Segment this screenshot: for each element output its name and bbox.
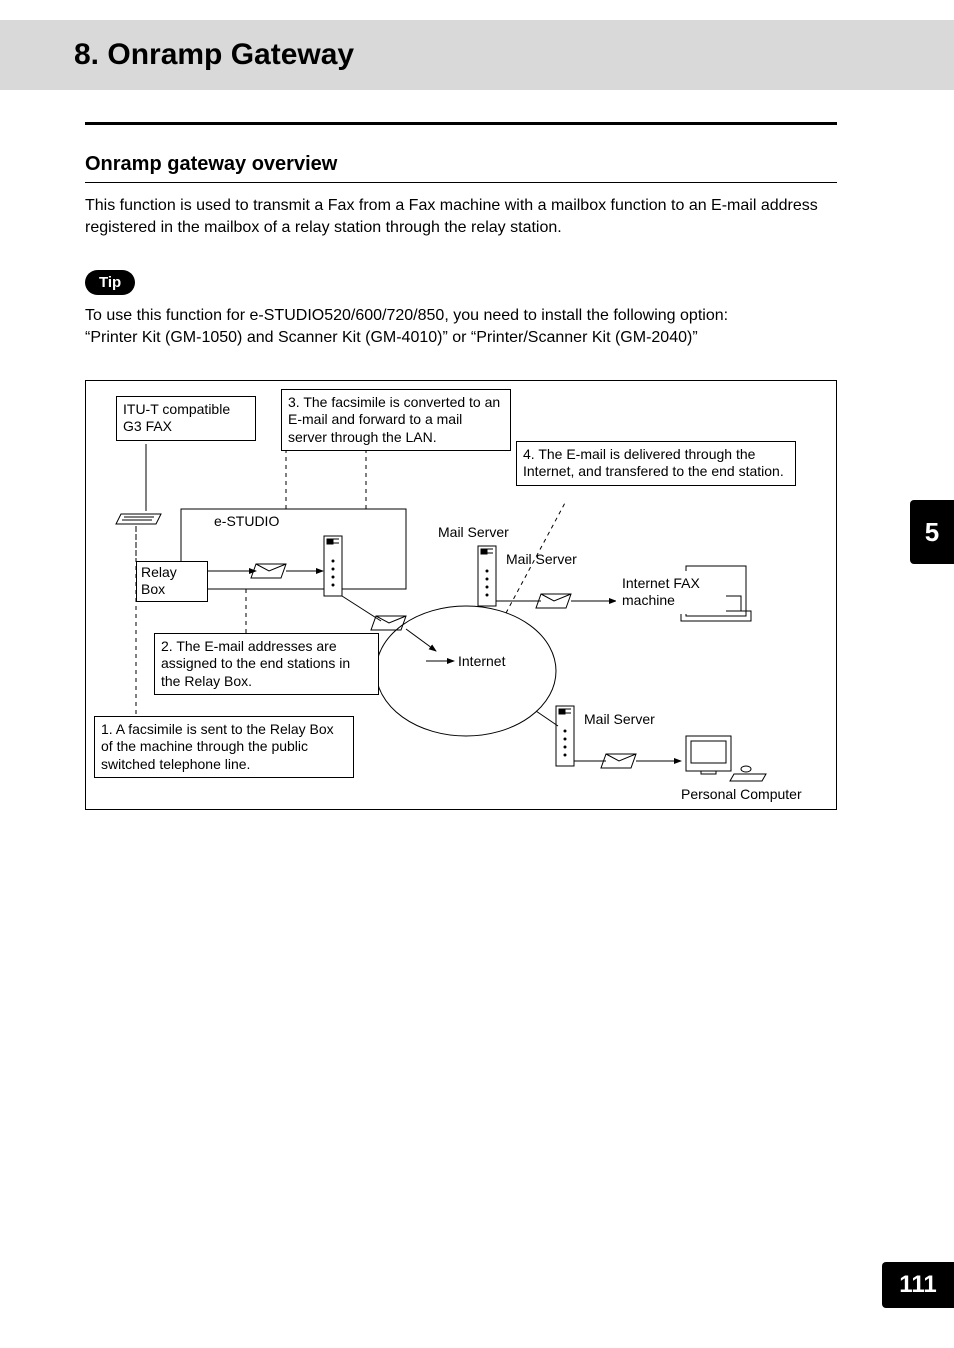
diagram-estudio-label: e-STUDIO	[214, 513, 279, 529]
horizontal-rule	[85, 122, 837, 125]
section-heading: Onramp gateway overview	[85, 153, 837, 183]
diagram-mailserver3-label: Mail Server	[584, 711, 655, 727]
diagram-step3-box: 3. The facsimile is converted to an E-ma…	[281, 389, 511, 452]
page-number-tab: 111	[882, 1262, 954, 1308]
tip-badge: Tip	[85, 270, 135, 295]
diagram-relaybox-label: Relay Box	[136, 561, 208, 602]
diagram-step4-box: 4. The E-mail is delivered through the I…	[516, 441, 796, 486]
diagram-step1-box: 1. A facsimile is sent to the Relay Box …	[94, 716, 354, 779]
diagram-ifax-label: Internet FAX machine	[616, 571, 726, 614]
chapter-tab: 5	[910, 500, 954, 564]
chapter-title: 8. Onramp Gateway	[74, 38, 354, 72]
section-intro: This function is used to transmit a Fax …	[85, 195, 837, 240]
tip-line1: To use this function for e-STUDIO520/600…	[85, 307, 728, 324]
tip-line2: “Printer Kit (GM-1050) and Scanner Kit (…	[85, 329, 698, 346]
diagram-internet-label: Internet	[458, 653, 505, 669]
diagram-mailserver2-label: Mail Server	[506, 551, 577, 567]
flow-diagram: ITU-T compatible G3 FAX 3. The facsimile…	[85, 380, 837, 810]
diagram-pc-label: Personal Computer	[681, 786, 802, 802]
diagram-mailserver1-label: Mail Server	[438, 524, 509, 540]
diagram-step2-box: 2. The E-mail addresses are assigned to …	[154, 633, 379, 696]
diagram-itut-box: ITU-T compatible G3 FAX	[116, 396, 256, 441]
chapter-title-bar: 8. Onramp Gateway	[0, 20, 954, 90]
tip-text: To use this function for e-STUDIO520/600…	[85, 305, 837, 350]
